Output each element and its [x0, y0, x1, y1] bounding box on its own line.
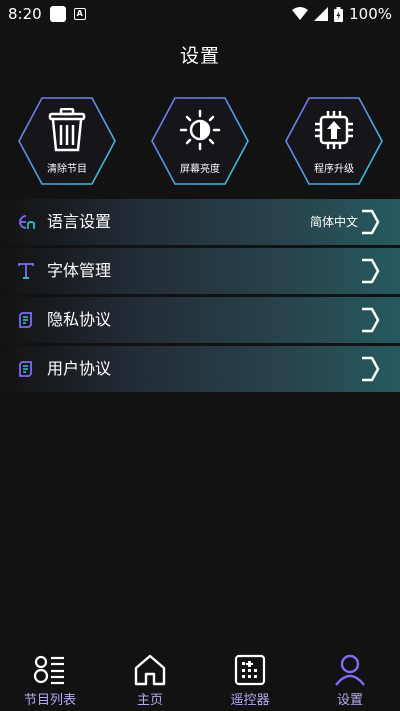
chevron-right-icon: [362, 307, 380, 333]
chevron-right-icon: [362, 209, 380, 235]
document-icon: [19, 312, 32, 328]
nav-label: 设置: [336, 693, 363, 708]
program-list-icon: [33, 655, 64, 685]
program-upgrade-button[interactable]: 程序升级: [284, 96, 384, 186]
user-settings-icon: [335, 654, 365, 686]
settings-item-user-agreement[interactable]: 用户协议: [0, 346, 400, 392]
chevron-right-icon: [362, 356, 380, 382]
nav-settings[interactable]: 设置: [300, 651, 400, 711]
settings-item-label: 语言设置: [47, 212, 112, 231]
brightness-icon: [179, 109, 221, 151]
screen-brightness-button[interactable]: 屏幕亮度: [150, 96, 250, 186]
wifi-icon: [292, 7, 309, 20]
font-icon: [18, 263, 34, 279]
language-value: 简体中文: [309, 215, 358, 229]
battery-level: 100%: [349, 5, 392, 23]
quick-actions: 清除节目 屏幕亮度 程序升级: [0, 96, 400, 186]
home-icon: [134, 654, 166, 686]
nav-label: 遥控器: [230, 693, 270, 708]
document-icon: [19, 361, 32, 377]
notification-app-icon: [49, 6, 66, 22]
signal-icon: [314, 7, 329, 21]
program-upgrade-label: 程序升级: [314, 164, 354, 175]
clear-programs-label: 清除节目: [47, 164, 87, 175]
nav-home[interactable]: 主页: [100, 651, 200, 711]
chevron-right-icon: [362, 258, 380, 284]
remote-control-icon: [234, 654, 266, 686]
nav-label: 主页: [136, 693, 163, 708]
upgrade-chip-icon: [315, 111, 353, 149]
language-icon: [19, 215, 35, 229]
nav-program-list[interactable]: 节目列表: [0, 651, 100, 711]
status-time: 8:20: [8, 5, 42, 23]
settings-item-label: 用户协议: [47, 359, 112, 378]
settings-item-privacy[interactable]: 隐私协议: [0, 297, 400, 343]
battery-icon: [334, 6, 344, 22]
clear-programs-button[interactable]: 清除节目: [17, 96, 117, 186]
page-title: 设置: [179, 45, 220, 67]
settings-item-label: 隐私协议: [47, 310, 112, 329]
bottom-nav: 节目列表 主页 遥控器 设置: [0, 651, 400, 711]
settings-item-font[interactable]: 字体管理: [0, 248, 400, 294]
trash-icon: [48, 108, 86, 152]
settings-list: 语言设置 简体中文 字体管理 隐私协议 用户协议: [0, 199, 400, 395]
status-bar: 8:20 A 100%: [0, 0, 400, 28]
settings-item-label: 字体管理: [47, 261, 112, 280]
nav-label: 节目列表: [23, 693, 76, 708]
screen-brightness-label: 屏幕亮度: [180, 164, 220, 175]
nav-remote-control[interactable]: 遥控器: [200, 651, 300, 711]
notification-a-icon: A: [73, 8, 86, 20]
settings-item-language[interactable]: 语言设置 简体中文: [0, 199, 400, 245]
